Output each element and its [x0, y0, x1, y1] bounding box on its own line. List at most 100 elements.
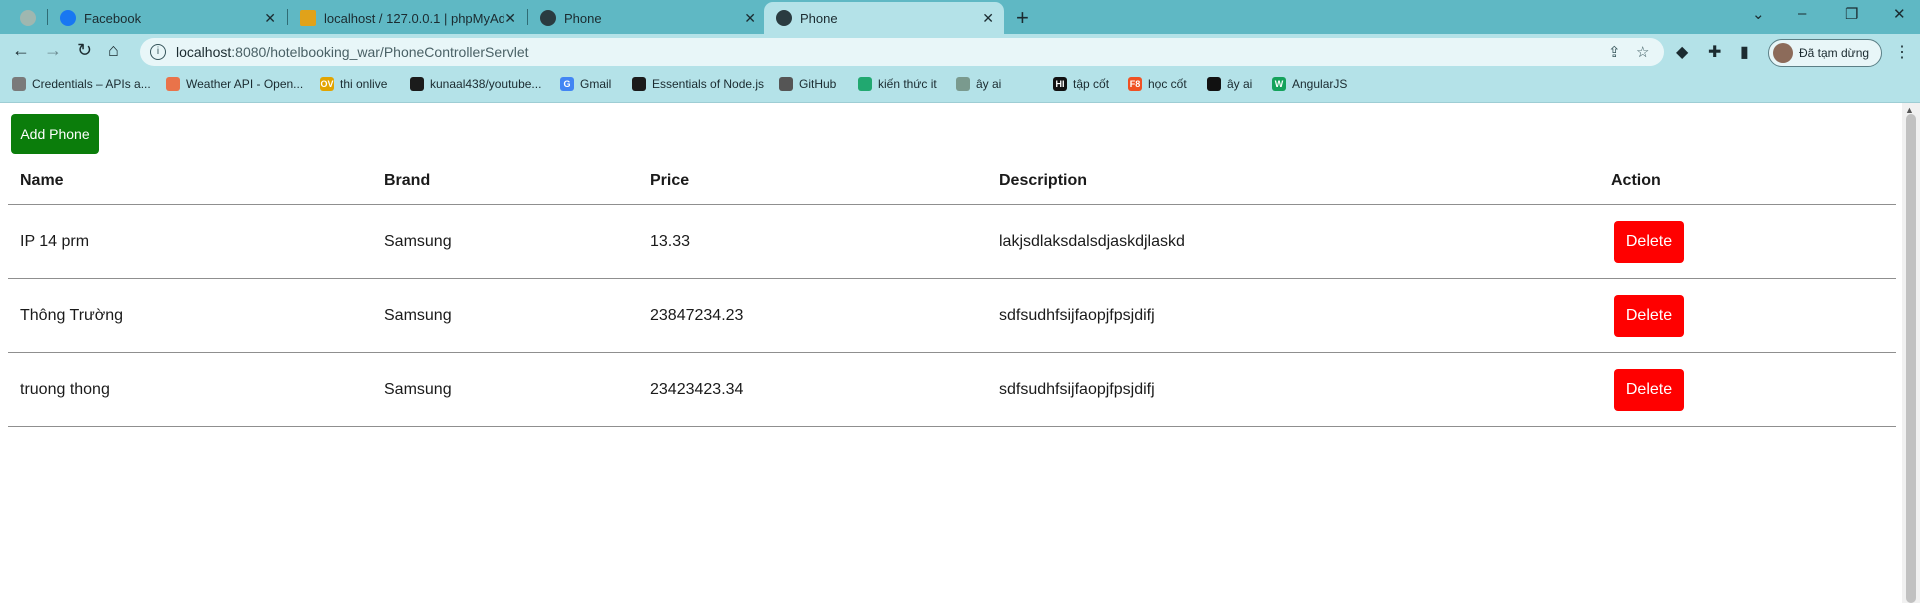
new-tab-button[interactable]: +	[1016, 5, 1029, 31]
tab-title: Phone	[564, 10, 602, 26]
bookmark-item[interactable]: ây ai	[1207, 77, 1252, 91]
site-info-icon[interactable]: i	[150, 44, 166, 60]
tab-facebook[interactable]: Facebook ✕	[48, 2, 286, 34]
bookmark-item[interactable]: W AngularJS	[1272, 77, 1347, 91]
bookmark-label: học cốt	[1148, 77, 1187, 91]
minimize-button[interactable]: –	[1798, 5, 1806, 22]
url-host: localhost	[176, 44, 232, 60]
weather-icon	[166, 77, 180, 91]
delete-button[interactable]: Delete	[1614, 369, 1684, 411]
scrollbar-thumb[interactable]	[1906, 114, 1916, 603]
bookmark-label: ây ai	[976, 77, 1002, 91]
openai-icon	[956, 77, 970, 91]
bookmarks-bar: Credentials – APIs a... Weather API - Ope…	[0, 70, 1920, 103]
reload-button[interactable]: ↻	[77, 40, 92, 61]
bookmark-label: Essentials of Node.js	[652, 77, 765, 91]
bookmark-item[interactable]: Essentials of Node.js	[632, 77, 764, 91]
f8-icon: F8	[1128, 77, 1142, 91]
tab-phone-active[interactable]: Phone ✕	[764, 2, 1004, 34]
bookmark-item[interactable]: G Gmail	[560, 77, 611, 91]
puzzle-icon[interactable]: ✚	[1708, 42, 1721, 62]
avatar	[1773, 43, 1793, 63]
menu-icon[interactable]: ⋮	[1894, 42, 1910, 62]
bookmark-item[interactable]: kunaal438/youtube...	[410, 77, 541, 91]
bookmark-item[interactable]: F8 học cốt	[1128, 77, 1187, 91]
cell-name: Thông Trường	[20, 307, 124, 324]
bookmark-label: GitHub	[799, 77, 837, 91]
forward-button[interactable]: →	[44, 40, 62, 61]
share-icon[interactable]: ⇪	[1608, 43, 1621, 61]
profile-button[interactable]: Đã tạm dừng	[1768, 39, 1882, 67]
close-icon[interactable]: ✕	[744, 10, 756, 27]
bookmark-label: kiến thức it	[878, 77, 937, 91]
cell-brand: Samsung	[384, 233, 452, 250]
add-phone-button[interactable]: Add Phone	[11, 114, 99, 154]
bookmark-item[interactable]: Weather API - Open...	[166, 77, 303, 91]
bookmark-item[interactable]: OV thi onlive	[320, 77, 387, 91]
google-icon: G	[560, 77, 574, 91]
cell-price: 13.33	[650, 233, 691, 250]
side-panel-icon[interactable]: ▮	[1740, 42, 1749, 62]
delete-button[interactable]: Delete	[1614, 221, 1684, 263]
cell-description: sdfsudhfsijfaopjfpsjdifj	[999, 381, 1155, 398]
tab-phpmyadmin[interactable]: localhost / 127.0.0.1 | phpMyAdmin ✕	[288, 2, 526, 34]
browser-toolbar: ← → ↻ ⌂ i localhost:8080/hotelbooking_wa…	[0, 34, 1920, 70]
bookmark-star-icon[interactable]: ☆	[1636, 43, 1649, 61]
cell-name: IP 14 prm	[20, 233, 90, 250]
cell-price: 23423423.34	[650, 381, 744, 398]
facebook-icon	[60, 10, 76, 26]
bookmark-label: thi onlive	[340, 77, 388, 91]
tab-title: Facebook	[84, 10, 142, 26]
hi-icon: HI	[1053, 77, 1067, 91]
back-button[interactable]: ←	[12, 40, 30, 61]
extension-icon[interactable]: ◆	[1676, 42, 1688, 62]
column-header-name: Name	[20, 172, 64, 189]
cell-name: truong thong	[20, 381, 110, 398]
leaf-icon	[858, 77, 872, 91]
github-icon	[410, 77, 424, 91]
column-header-description: Description	[999, 172, 1088, 189]
page-content: Add Phone Name Brand Price Description A…	[0, 103, 1902, 603]
home-button[interactable]: ⌂	[108, 40, 119, 61]
cell-brand: Samsung	[384, 307, 452, 324]
table-row: IP 14 prm Samsung 13.33 lakjsdlaksdalsdj…	[8, 205, 1896, 279]
bookmark-item[interactable]: Credentials – APIs a...	[12, 77, 151, 91]
tab-title: localhost / 127.0.0.1 | phpMyAdmin	[324, 10, 504, 26]
close-icon[interactable]: ✕	[264, 10, 276, 27]
column-header-brand: Brand	[384, 172, 431, 189]
table-row: Thông Trường Samsung 23847234.23 sdfsudh…	[8, 279, 1896, 353]
cell-description: lakjsdlaksdalsdjaskdjlaskd	[999, 233, 1185, 250]
delete-button[interactable]: Delete	[1614, 295, 1684, 337]
table-row: truong thong Samsung 23423423.34 sdfsudh…	[8, 353, 1896, 427]
ov-icon: OV	[320, 77, 334, 91]
globe-icon	[776, 10, 792, 26]
tab-strip: Facebook ✕ localhost / 127.0.0.1 | phpMy…	[0, 0, 1920, 34]
url-text[interactable]: localhost:8080/hotelbooking_war/PhoneCon…	[176, 44, 529, 60]
address-bar[interactable]: i localhost:8080/hotelbooking_war/PhoneC…	[140, 38, 1664, 66]
close-icon[interactable]: ✕	[504, 10, 516, 27]
phpmyadmin-icon	[300, 10, 316, 26]
cell-brand: Samsung	[384, 381, 452, 398]
bookmark-label: AngularJS	[1292, 77, 1348, 91]
tab-title: Phone	[800, 10, 838, 26]
phone-table: Name Brand Price Description Action IP 1…	[8, 159, 1896, 427]
bookmark-label: ây ai	[1227, 77, 1253, 91]
close-window-button[interactable]: ✕	[1893, 5, 1906, 23]
tab-phone[interactable]: Phone ✕	[528, 2, 766, 34]
tab-search-button[interactable]: ⌄	[1752, 5, 1765, 23]
bookmark-item[interactable]: kiến thức it	[858, 77, 937, 91]
w-icon: W	[1272, 77, 1286, 91]
globe-icon	[632, 77, 646, 91]
close-icon[interactable]: ✕	[982, 10, 994, 27]
openai-icon	[20, 10, 36, 26]
github-icon	[779, 77, 793, 91]
url-path: :8080/hotelbooking_war/PhoneControllerSe…	[231, 44, 529, 60]
gear-icon	[12, 77, 26, 91]
column-header-price: Price	[650, 172, 690, 189]
bookmark-item[interactable]: GitHub	[779, 77, 836, 91]
bookmark-item[interactable]: ây ai	[956, 77, 1001, 91]
bookmark-item[interactable]: HI tập cốt	[1053, 77, 1109, 91]
dark-icon	[1207, 77, 1221, 91]
bookmark-label: kunaal438/youtube...	[430, 77, 542, 91]
restore-button[interactable]: ❐	[1845, 5, 1858, 23]
